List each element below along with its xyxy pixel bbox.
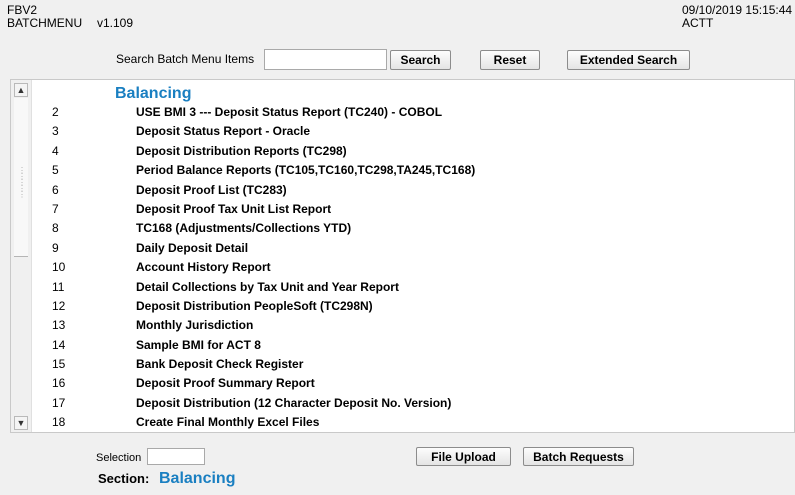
- menu-item-row[interactable]: 2 USE BMI 3 --- Deposit Status Report (TC…: [0, 102, 795, 121]
- menu-item-link[interactable]: Deposit Distribution PeopleSoft (TC298N): [136, 299, 373, 313]
- menu-item-link[interactable]: Deposit Proof Tax Unit List Report: [136, 202, 331, 216]
- file-upload-button[interactable]: File Upload: [416, 447, 511, 466]
- search-input[interactable]: [264, 49, 387, 70]
- menu-item-number: 13: [52, 318, 66, 333]
- menu-item-number: 9: [52, 240, 59, 255]
- menu-item-link[interactable]: TC168 (Adjustments/Collections YTD): [136, 221, 351, 235]
- menu-item-link[interactable]: Deposit Distribution (12 Character Depos…: [136, 396, 451, 410]
- menu-item-number: 11: [52, 279, 65, 294]
- menu-item-list: 2 USE BMI 3 --- Deposit Status Report (TC…: [0, 102, 795, 432]
- menu-item-number: 4: [52, 143, 59, 158]
- menu-item-link[interactable]: Daily Deposit Detail: [136, 241, 248, 255]
- menu-item-number: 2: [52, 105, 59, 119]
- menu-item-number: 12: [52, 298, 66, 313]
- menu-item-number: 17: [52, 395, 66, 410]
- menu-item-link[interactable]: Sample BMI for ACT 8: [136, 338, 261, 352]
- menu-item-link[interactable]: Create Final Monthly Excel Files: [136, 415, 319, 429]
- environment-label: ACTT: [682, 16, 714, 30]
- menu-item-row[interactable]: 17 Deposit Distribution (12 Character Dep…: [0, 393, 795, 412]
- menu-item-link[interactable]: USE BMI 3 --- Deposit Status Report (TC2…: [136, 105, 442, 119]
- menu-item-row[interactable]: 8 TC168 (Adjustments/Collections YTD): [0, 218, 795, 237]
- menu-item-row[interactable]: 13 Monthly Jurisdiction: [0, 315, 795, 334]
- menu-item-row[interactable]: 10 Account History Report: [0, 257, 795, 276]
- menu-item-number: 7: [52, 201, 59, 216]
- menu-item-row[interactable]: 11 Detail Collections by Tax Unit and Yea…: [0, 277, 795, 296]
- menu-item-link[interactable]: Bank Deposit Check Register: [136, 357, 303, 371]
- selection-input[interactable]: [147, 448, 205, 465]
- menu-item-number: 16: [52, 376, 66, 391]
- menu-item-row[interactable]: 4 Deposit Distribution Reports (TC298): [0, 141, 795, 160]
- search-button[interactable]: Search: [390, 50, 451, 70]
- menu-item-number: 15: [52, 357, 66, 372]
- menu-item-link[interactable]: Deposit Proof Summary Report: [136, 376, 315, 390]
- menu-item-link[interactable]: Detail Collections by Tax Unit and Year …: [136, 280, 399, 294]
- menu-item-row[interactable]: 9 Daily Deposit Detail: [0, 238, 795, 257]
- menu-item-number: 14: [52, 337, 66, 352]
- list-section-title: Balancing: [115, 85, 192, 102]
- scroll-up-arrow-icon[interactable]: ▲: [14, 83, 28, 97]
- extended-search-button[interactable]: Extended Search: [567, 50, 690, 70]
- reset-button[interactable]: Reset: [480, 50, 540, 70]
- menu-item-link[interactable]: Deposit Distribution Reports (TC298): [136, 144, 347, 158]
- menu-item-number: 18: [52, 415, 66, 430]
- menu-name: BATCHMENU: [7, 16, 83, 30]
- search-label: Search Batch Menu Items: [116, 52, 255, 66]
- section-label: Section:: [98, 471, 150, 486]
- menu-item-row[interactable]: 6 Deposit Proof List (TC283): [0, 180, 795, 199]
- menu-item-number: 3: [52, 124, 59, 139]
- menu-item-link[interactable]: Deposit Status Report - Oracle: [136, 124, 310, 138]
- menu-item-row[interactable]: 15 Bank Deposit Check Register: [0, 354, 795, 373]
- menu-item-number: 6: [52, 182, 59, 197]
- batch-requests-button[interactable]: Batch Requests: [523, 447, 634, 466]
- menu-item-link[interactable]: Period Balance Reports (TC105,TC160,TC29…: [136, 163, 475, 177]
- section-value: Balancing: [159, 470, 236, 487]
- menu-item-link[interactable]: Monthly Jurisdiction: [136, 318, 253, 332]
- menu-item-row[interactable]: 16 Deposit Proof Summary Report: [0, 373, 795, 392]
- menu-item-row[interactable]: 5 Period Balance Reports (TC105,TC160,TC2…: [0, 160, 795, 179]
- selection-label: Selection: [96, 452, 142, 464]
- menu-item-link[interactable]: Account History Report: [136, 260, 271, 274]
- version-label: v1.109: [97, 16, 134, 30]
- menu-item-number: 8: [52, 221, 59, 236]
- menu-item-row[interactable]: 7 Deposit Proof Tax Unit List Report: [0, 199, 795, 218]
- menu-item-row[interactable]: 14 Sample BMI for ACT 8: [0, 335, 795, 354]
- menu-item-row[interactable]: 18 Create Final Monthly Excel Files: [0, 412, 795, 431]
- menu-item-link[interactable]: Deposit Proof List (TC283): [136, 183, 287, 197]
- menu-item-row[interactable]: 3 Deposit Status Report - Oracle: [0, 121, 795, 140]
- menu-item-number: 10: [52, 260, 66, 275]
- menu-item-row[interactable]: 12 Deposit Distribution PeopleSoft (TC298…: [0, 296, 795, 315]
- menu-item-number: 5: [52, 163, 59, 178]
